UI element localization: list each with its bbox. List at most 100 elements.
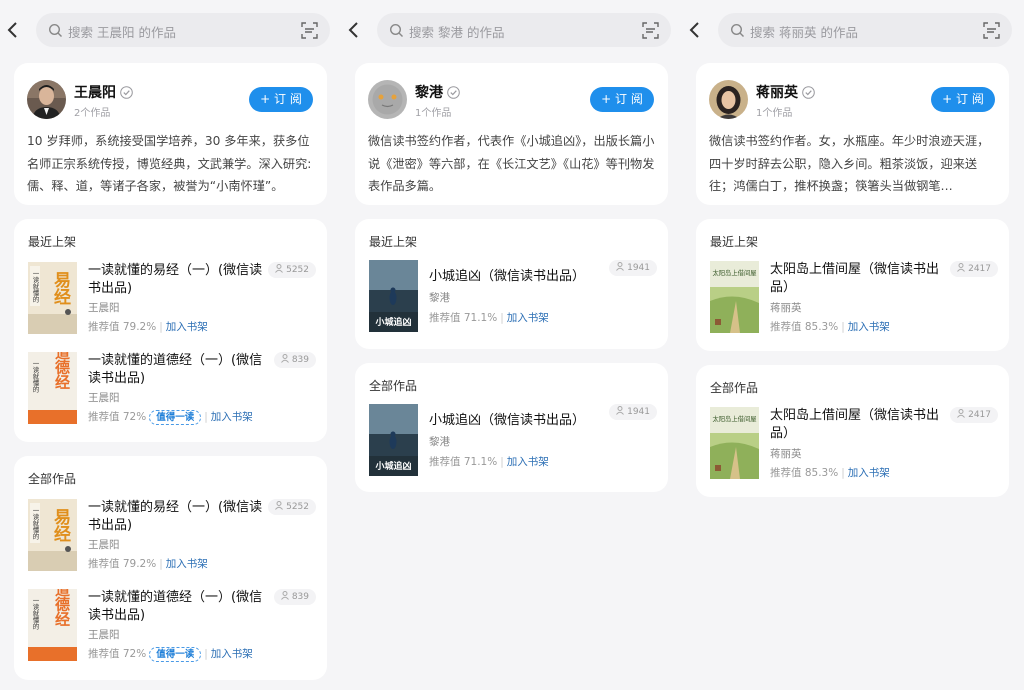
section-title-all: 全部作品: [369, 379, 418, 393]
section-title-all: 全部作品: [710, 381, 759, 395]
cover-title: 道德经: [53, 352, 71, 390]
reader-icon: [275, 264, 283, 273]
reader-icon: [275, 501, 283, 510]
book-cover-xiaocheng[interactable]: 小城追凶: [369, 260, 418, 332]
author-bio: 10 岁拜师，系统接受国学培养，30 多年来，获多位名师正宗系统传授，博览经典，…: [27, 134, 312, 193]
book-cover-daodejing[interactable]: 一读就懂的 道德经: [28, 589, 77, 661]
scan-icon[interactable]: [983, 22, 1000, 39]
book-title[interactable]: 太阳岛上借间屋（微信读书出品）: [770, 407, 948, 442]
worth-reading-badge: 值得一读: [149, 410, 202, 425]
author-panel-jiang: 搜索 蒋丽英 的作品 蒋丽英 1个作品 + 订 阅 微信读书签约作者。女，水瓶座…: [682, 0, 1024, 690]
book-rating: 推荐值 85.3%: [770, 321, 839, 333]
book-title[interactable]: 小城追凶（微信读书出品）: [429, 268, 607, 286]
search-input[interactable]: 搜索 蒋丽英 的作品: [718, 13, 1012, 47]
add-to-shelf-link[interactable]: 加入书架: [166, 321, 208, 333]
author-card: 蒋丽英 1个作品 + 订 阅 微信读书签约作者。女，水瓶座。年少时浪迹天涯，四十…: [696, 63, 1009, 205]
author-bio: 微信读书签约作者，代表作《小城追凶》，出版长篇小说《泄密》等六部，在《长江文艺》…: [368, 134, 655, 193]
book-title[interactable]: 一读就懂的易经（一）(微信读书出品): [88, 262, 266, 297]
add-to-shelf-link[interactable]: 加入书架: [507, 456, 549, 468]
book-title[interactable]: 太阳岛上借间屋（微信读书出品）: [770, 261, 948, 296]
add-to-shelf-link[interactable]: 加入书架: [166, 558, 208, 570]
top-bar: 搜索 蒋丽英 的作品: [682, 13, 1023, 47]
book-meta: 推荐值 85.3% | 加入书架: [770, 467, 890, 479]
book-item-xiaocheng[interactable]: 小城追凶 小城追凶（微信读书出品） 黎港 推荐值 71.1% | 加入书架 1941: [369, 404, 657, 478]
back-arrow-icon[interactable]: [6, 21, 20, 39]
avatar[interactable]: [709, 80, 748, 119]
book-title[interactable]: 一读就懂的道德经（一）(微信读书出品): [88, 589, 266, 624]
book-item-yijing[interactable]: 一读就懂的 易经 一读就懂的易经（一）(微信读书出品) 王晨阳 推荐值 79.2%…: [28, 499, 316, 573]
reader-icon: [616, 406, 624, 415]
book-rating: 推荐值 71.1%: [429, 456, 498, 468]
search-icon: [48, 23, 62, 37]
book-title[interactable]: 小城追凶（微信读书出品）: [429, 412, 607, 430]
book-rating: 推荐值 79.2%: [88, 321, 157, 333]
subscribe-button[interactable]: + 订 阅: [590, 87, 654, 112]
reads-badge: 2417: [950, 407, 998, 423]
book-meta: 推荐值 72% 值得一读 | 加入书架: [88, 647, 253, 662]
add-to-shelf-link[interactable]: 加入书架: [211, 648, 253, 660]
verified-icon: [447, 86, 460, 99]
book-rating: 推荐值 72%: [88, 648, 147, 660]
works-count: 2个作品: [74, 108, 111, 119]
book-meta: 推荐值 71.1% | 加入书架: [429, 312, 549, 324]
book-item-daodejing[interactable]: 一读就懂的 道德经 一读就懂的道德经（一）(微信读书出品) 王晨阳 推荐值 72%…: [28, 352, 316, 426]
book-rating: 推荐值 85.3%: [770, 467, 839, 479]
book-title[interactable]: 一读就懂的道德经（一）(微信读书出品): [88, 352, 266, 387]
add-to-shelf-link[interactable]: 加入书架: [848, 321, 890, 333]
author-card: 王晨阳 2个作品 + 订 阅 10 岁拜师，系统接受国学培养，30 多年来，获多…: [14, 63, 327, 205]
reader-icon: [280, 591, 289, 600]
add-to-shelf-link[interactable]: 加入书架: [211, 411, 253, 423]
all-works-section: 全部作品 一读就懂的 易经 一读就懂的易经（一）(微信读书出品) 王晨阳 推荐值 …: [14, 456, 327, 680]
book-cover-yijing[interactable]: 一读就懂的 易经: [28, 499, 77, 571]
book-cover-yijing[interactable]: 一读就懂的 易经: [28, 262, 77, 334]
reads-badge: 839: [273, 589, 316, 605]
reader-icon: [280, 354, 289, 363]
book-author: 黎港: [429, 292, 450, 304]
book-rating: 推荐值 79.2%: [88, 558, 157, 570]
book-cover-taiyang[interactable]: 太阳岛上借间屋: [710, 261, 759, 333]
back-arrow-icon[interactable]: [347, 21, 361, 39]
avatar[interactable]: [27, 80, 66, 119]
top-bar: 搜索 黎港 的作品: [341, 13, 682, 47]
scan-icon[interactable]: [301, 22, 318, 39]
subscribe-button[interactable]: + 订 阅: [931, 87, 995, 112]
cover-title: 道德经: [53, 589, 71, 627]
book-cover-xiaocheng[interactable]: 小城追凶: [369, 404, 418, 476]
add-to-shelf-link[interactable]: 加入书架: [848, 467, 890, 479]
search-input[interactable]: 搜索 王晨阳 的作品: [36, 13, 330, 47]
book-cover-taiyang[interactable]: 太阳岛上借间屋: [710, 407, 759, 479]
top-bar: 搜索 王晨阳 的作品: [0, 13, 341, 47]
book-item-xiaocheng[interactable]: 小城追凶 小城追凶（微信读书出品） 黎港 推荐值 71.1% | 加入书架 1941: [369, 260, 657, 334]
reader-icon: [957, 263, 965, 272]
book-item-taiyang[interactable]: 太阳岛上借间屋 太阳岛上借间屋（微信读书出品） 蒋丽英 推荐值 85.3% | 加入…: [710, 407, 998, 481]
section-title-recent: 最近上架: [369, 235, 418, 249]
book-author: 王晨阳: [88, 629, 120, 641]
book-item-daodejing[interactable]: 一读就懂的 道德经 一读就懂的道德经（一）(微信读书出品) 王晨阳 推荐值 72%…: [28, 589, 316, 663]
recent-section: 最近上架 小城追凶 小城追凶（微信读书出品） 黎港 推荐值 71.1% | 加入书架…: [355, 219, 668, 349]
back-arrow-icon[interactable]: [688, 21, 702, 39]
search-placeholder: 搜索 黎港 的作品: [409, 25, 505, 40]
avatar[interactable]: [368, 80, 407, 119]
cover-title: 太阳岛上借间屋: [712, 268, 756, 277]
add-to-shelf-link[interactable]: 加入书架: [507, 312, 549, 324]
worth-reading-badge: 值得一读: [149, 647, 202, 662]
author-bio: 微信读书签约作者。女，水瓶座。年少时浪迹天涯，四十岁时辞去公职，隐入乡间。粗茶淡…: [709, 134, 990, 193]
reader-icon: [957, 409, 965, 418]
all-works-section: 全部作品 太阳岛上借间屋 太阳岛上借间屋（微信读书出品） 蒋丽英 推荐值 85.…: [696, 365, 1009, 497]
book-title[interactable]: 一读就懂的易经（一）(微信读书出品): [88, 499, 266, 534]
search-input[interactable]: 搜索 黎港 的作品: [377, 13, 671, 47]
book-item-yijing[interactable]: 一读就懂的 易经 一读就懂的易经（一）(微信读书出品) 王晨阳 推荐值 79.2%…: [28, 262, 316, 336]
book-item-taiyang[interactable]: 太阳岛上借间屋 太阳岛上借间屋（微信读书出品） 蒋丽英 推荐值 85.3% | 加入…: [710, 261, 998, 335]
search-placeholder: 搜索 王晨阳 的作品: [68, 25, 176, 40]
section-title-all: 全部作品: [28, 472, 77, 486]
scan-icon[interactable]: [642, 22, 659, 39]
cover-side-text: 一读就懂的: [31, 360, 39, 394]
author-name: 王晨阳: [74, 82, 133, 102]
section-title-recent: 最近上架: [28, 235, 77, 249]
author-name: 黎港: [415, 82, 460, 102]
cover-title: 易经: [50, 508, 71, 542]
subscribe-button[interactable]: + 订 阅: [249, 87, 313, 112]
book-meta: 推荐值 72% 值得一读 | 加入书架: [88, 410, 253, 425]
book-cover-daodejing[interactable]: 一读就懂的 道德经: [28, 352, 77, 424]
cover-title: 小城追凶: [374, 460, 411, 472]
